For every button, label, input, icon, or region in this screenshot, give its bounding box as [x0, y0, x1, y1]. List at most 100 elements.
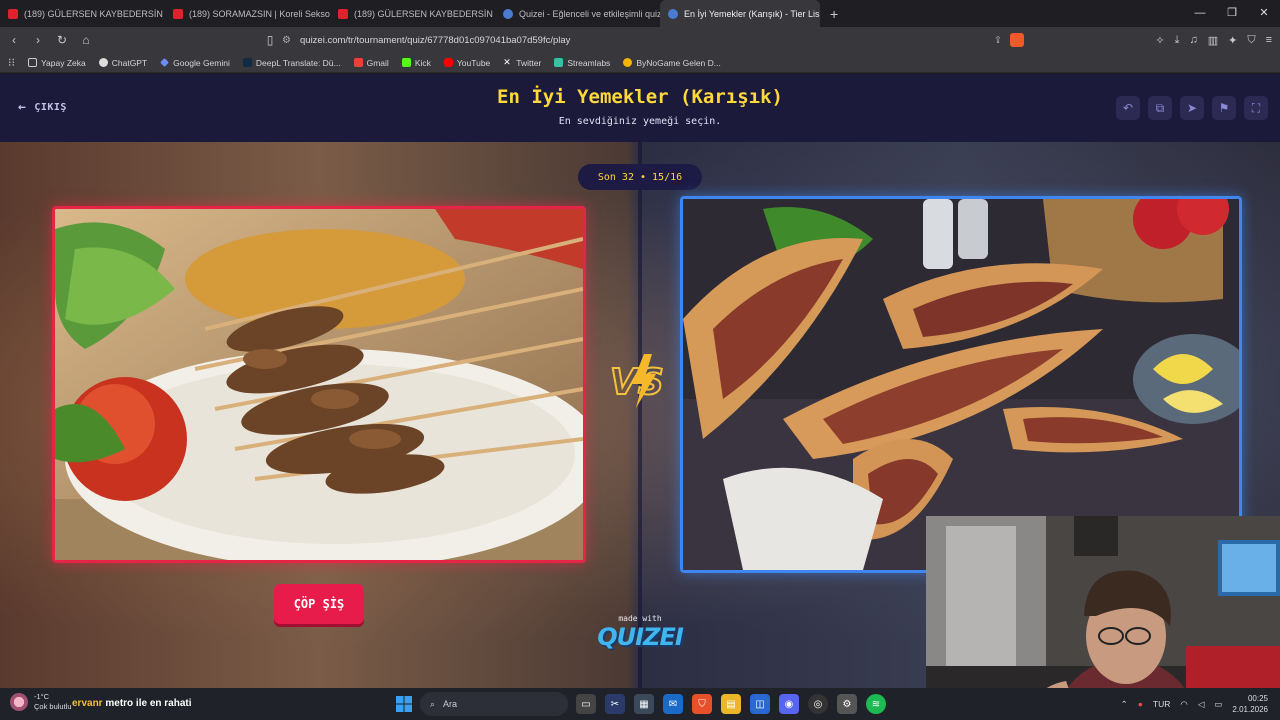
left-option-button[interactable]: ÇÖP ŞİŞ	[274, 584, 364, 624]
brave-shield-icon[interactable]	[1010, 33, 1024, 47]
flag-icon[interactable]: ⚑	[1212, 96, 1236, 120]
quiz-page: ← ÇIKIŞ En İyi Yemekler (Karışık) En sev…	[0, 74, 1280, 688]
bookmark-icon[interactable]: ▯	[260, 33, 280, 47]
weather-widget[interactable]: -1°C Çok bulutlu	[10, 692, 72, 712]
vpn-icon[interactable]: ⛉	[1247, 34, 1255, 47]
share-icon[interactable]: ⇪	[994, 35, 1002, 46]
spotify-icon[interactable]: ≋	[866, 694, 886, 714]
kick-icon	[401, 58, 411, 67]
browser-tab[interactable]: (189) GÜLERSEN KAYBEDERSİN w/ Ca	[330, 0, 495, 27]
browser-tab-bar: (189) GÜLERSEN KAYBEDERSİN 2026 (189) SO…	[0, 0, 1280, 27]
bookmark-item[interactable]: DeepL Translate: Dü...	[242, 58, 341, 68]
microphone-icon[interactable]: ●	[1138, 699, 1143, 709]
site-info-icon[interactable]: ⚙	[282, 35, 294, 46]
extensions-icon[interactable]: ✧	[1155, 34, 1164, 47]
menu-icon[interactable]: ≡	[1266, 34, 1272, 46]
temperature: -1°C	[34, 692, 50, 701]
brave-browser-icon[interactable]: ⛉	[692, 694, 712, 714]
taskbar-apps: ▭ ✂ ▦ ✉ ⛉ ▤ ◫ ◉ ◎ ⚙ ≋	[576, 694, 886, 714]
cop-sis-photo	[55, 209, 583, 560]
send-icon[interactable]: ➤	[1180, 96, 1204, 120]
copy-link-icon[interactable]: ⧉	[1148, 96, 1172, 120]
bookmark-item[interactable]: ChatGPT	[98, 58, 147, 68]
close-window-icon[interactable]: ✕	[1248, 0, 1280, 27]
bookmark-item[interactable]: Kick	[401, 58, 431, 68]
forward-icon[interactable]: ›	[28, 33, 48, 47]
header-actions: ↶ ⧉ ➤ ⚑ ⛶	[1116, 96, 1268, 120]
windows-start-icon[interactable]	[396, 696, 412, 712]
download-icon[interactable]: ⤓	[1175, 34, 1180, 47]
webcam-overlay	[926, 516, 1280, 688]
weather-text: Çok bulutlu	[34, 702, 72, 711]
youtube-icon	[338, 8, 348, 19]
minimize-icon[interactable]: —	[1184, 0, 1216, 27]
bookmark-item[interactable]: ✕ Twitter	[503, 58, 541, 68]
reload-icon[interactable]: ↻	[52, 33, 72, 47]
youtube-icon	[443, 58, 453, 67]
window-controls: — ❐ ✕	[1184, 0, 1280, 27]
url-field[interactable]: ⚙ quizei.com/tr/tournament/quiz/67778d01…	[282, 30, 1024, 50]
apps-icon[interactable]: ⁝⁝	[8, 56, 15, 69]
outlook-icon[interactable]: ✉	[663, 694, 683, 714]
bookmark-item[interactable]: Yapay Zeka	[28, 58, 86, 68]
sidebar-icon[interactable]: ▥	[1208, 34, 1218, 47]
folder-icon	[28, 58, 37, 67]
center-divider	[638, 142, 642, 688]
microsoft-store-icon[interactable]: ◫	[750, 694, 770, 714]
deepl-icon	[242, 58, 252, 67]
obs-icon[interactable]: ◎	[808, 694, 828, 714]
leo-ai-icon[interactable]: ✦	[1228, 34, 1237, 47]
ticker-user: ervanr	[72, 698, 103, 709]
volume-icon[interactable]: ◁	[1198, 699, 1205, 710]
undo-icon[interactable]: ↶	[1116, 96, 1140, 120]
home-icon[interactable]: ⌂	[76, 33, 96, 47]
music-icon[interactable]: ♫	[1189, 34, 1197, 46]
weather-icon	[10, 693, 28, 711]
quizei-icon	[668, 8, 678, 19]
browser-tab[interactable]: Quizei - Eğlenceli ve etkileşimli quizle	[495, 0, 660, 27]
search-icon: ⌕	[430, 698, 436, 709]
gmail-icon	[353, 58, 363, 67]
bynogame-icon	[623, 58, 633, 67]
bookmark-item[interactable]: Streamlabs	[554, 58, 610, 68]
battery-icon[interactable]: ▭	[1214, 699, 1222, 710]
snipping-tool-icon[interactable]: ✂	[605, 694, 625, 714]
bookmark-item[interactable]: ByNoGame Gelen D...	[623, 58, 721, 68]
bookmark-item[interactable]: YouTube	[443, 58, 490, 68]
new-tab-button[interactable]: +	[820, 6, 848, 22]
task-view-icon[interactable]: ▭	[576, 694, 596, 714]
settings-gear-icon[interactable]: ⚙	[837, 694, 857, 714]
youtube-icon	[173, 8, 183, 19]
youtube-icon	[8, 8, 18, 19]
vs-emblem: VS	[609, 354, 665, 408]
streamlabs-icon	[554, 58, 564, 67]
restore-icon[interactable]: ❐	[1216, 0, 1248, 27]
calculator-icon[interactable]: ▦	[634, 694, 654, 714]
chevron-up-icon[interactable]: ⌃	[1121, 699, 1128, 710]
quiz-header: ← ÇIKIŞ En İyi Yemekler (Karışık) En sev…	[0, 74, 1280, 142]
browser-toolbar: ✧ ⤓ ♫ ▥ ✦ ⛉ ≡	[1155, 27, 1272, 53]
language-indicator[interactable]: TUR	[1153, 699, 1170, 709]
browser-tab[interactable]: (189) SORAMAZSIN | Koreli Seksoma	[165, 0, 330, 27]
chatgpt-icon	[98, 58, 108, 67]
bookmarks-bar: ⁝⁝ Yapay Zeka ChatGPT Google Gemini Deep…	[0, 53, 1280, 73]
browser-tab-active[interactable]: En İyi Yemekler (Karışık) - Tier Lis✕	[660, 0, 820, 27]
made-with-quizei[interactable]: made with QUIZEI	[594, 614, 686, 651]
bookmark-item[interactable]: Google Gemini	[160, 58, 230, 68]
clock[interactable]: 00:25 2.01.2026	[1232, 693, 1268, 715]
bookmark-item[interactable]: Gmail	[353, 58, 389, 68]
streamer-webcam-image	[926, 516, 1280, 688]
twitter-x-icon: ✕	[503, 57, 511, 67]
quizei-logo: QUIZEI	[597, 623, 684, 651]
taskbar-search[interactable]: ⌕ Ara	[420, 692, 568, 716]
discord-icon[interactable]: ◉	[779, 694, 799, 714]
left-option-card[interactable]	[52, 206, 586, 563]
wifi-icon[interactable]: ◠	[1180, 699, 1187, 710]
browser-tab[interactable]: (189) GÜLERSEN KAYBEDERSİN 2026	[0, 0, 165, 27]
file-explorer-icon[interactable]: ▤	[721, 694, 741, 714]
fullscreen-icon[interactable]: ⛶	[1244, 96, 1268, 120]
address-bar-row: ‹ › ↻ ⌂ ▯ ⚙ quizei.com/tr/tournament/qui…	[0, 27, 1280, 53]
page-subtitle: En sevdiğiniz yemeği seçin.	[558, 116, 722, 127]
back-icon[interactable]: ‹	[4, 33, 24, 47]
chat-ticker: ervanr metro ile en rahati	[72, 698, 192, 709]
